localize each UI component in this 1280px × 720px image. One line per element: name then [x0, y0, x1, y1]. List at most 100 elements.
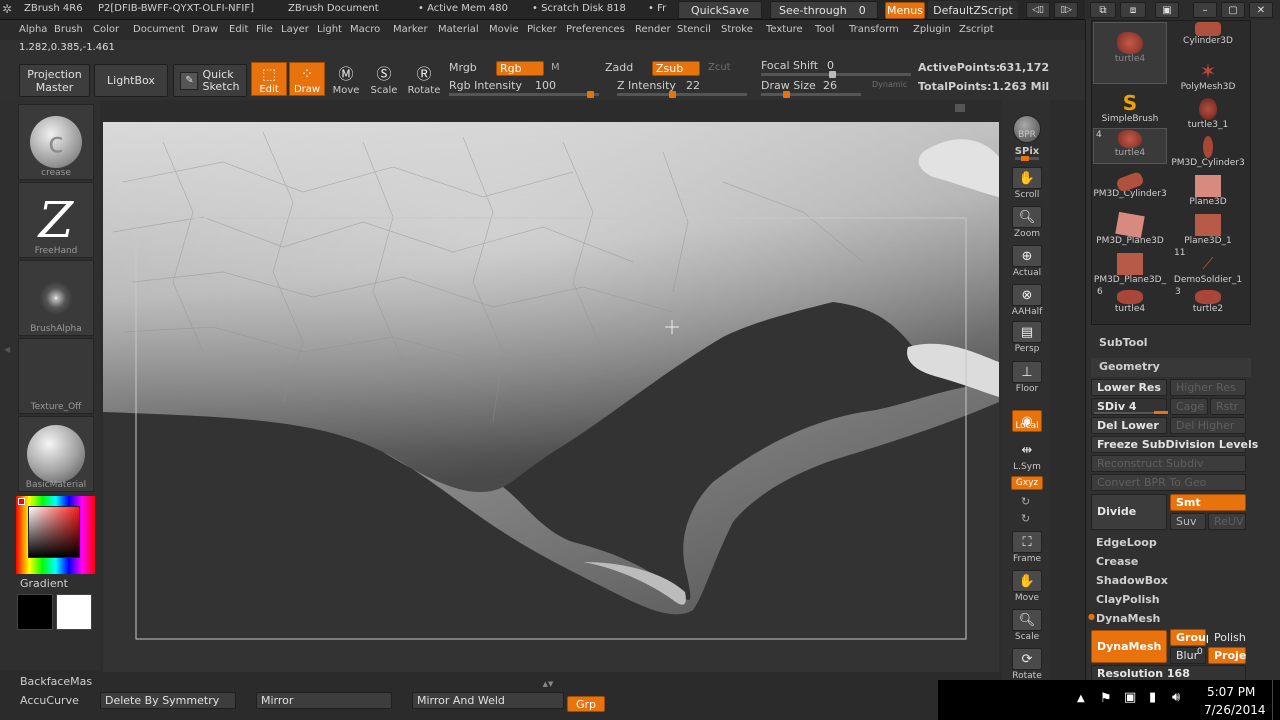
z-intensity-slider[interactable]: Z Intensity 22: [617, 79, 747, 98]
maximize-icon[interactable]: ▢: [1221, 2, 1245, 18]
menu-light[interactable]: Light: [317, 24, 342, 35]
move-button[interactable]: Ⓜ Move: [328, 62, 364, 96]
spix-slider[interactable]: SPix: [1010, 140, 1044, 161]
zoom-button[interactable]: 🔍︎ Zoom: [1010, 203, 1044, 239]
projection-master-button[interactable]: Projection Master: [19, 64, 90, 97]
main-color-swatch[interactable]: [56, 594, 92, 630]
focal-shift-slider[interactable]: Focal Shift 0: [761, 59, 911, 78]
aahalf-button[interactable]: ⊗ AAHalf: [1010, 281, 1044, 317]
menu-movie[interactable]: Movie: [489, 24, 519, 35]
tool-turtle4-a[interactable]: turtle4: [1093, 32, 1167, 70]
del-higher-button[interactable]: Del Higher: [1170, 417, 1246, 434]
zsub-button[interactable]: Zsub: [652, 61, 700, 76]
reconstruct-subdiv-button[interactable]: Reconstruct Subdiv: [1091, 455, 1246, 472]
menu-file[interactable]: File: [256, 24, 273, 35]
secondary-color-swatch[interactable]: [17, 594, 53, 630]
smt-toggle[interactable]: Smt: [1170, 494, 1246, 511]
quick-sketch-button[interactable]: ✎ Quick Sketch: [173, 64, 247, 97]
clock-time[interactable]: 5:07 PM: [1207, 685, 1255, 699]
mrgb-button[interactable]: Mrgb: [449, 61, 477, 74]
lightbox-button[interactable]: LightBox: [94, 64, 168, 97]
higher-res-button[interactable]: Higher Res: [1170, 379, 1246, 396]
menu-edit[interactable]: Edit: [229, 24, 248, 35]
see-through-slider[interactable]: See-through 0: [770, 1, 878, 19]
tool-cylinder3d[interactable]: Cylinder3D: [1171, 22, 1245, 60]
quicksave-button[interactable]: QuickSave: [678, 1, 762, 19]
geometry-header-bar[interactable]: Geometry: [1091, 358, 1251, 377]
menu-layer[interactable]: Layer: [281, 24, 309, 35]
actual-button[interactable]: ⊕ Actual: [1010, 242, 1044, 278]
tool-pm3d-cylinder3-b[interactable]: PM3D_Cylinder3: [1093, 170, 1167, 213]
del-lower-button[interactable]: Del Lower: [1091, 417, 1167, 434]
canvas-scroll-handle[interactable]: [955, 104, 965, 112]
menu-alpha[interactable]: Alpha: [19, 24, 47, 35]
dynamesh-header[interactable]: DynaMesh: [1096, 612, 1160, 625]
menus-button[interactable]: Menus: [885, 2, 925, 19]
tool-plane3d[interactable]: Plane3D: [1171, 175, 1245, 213]
menu-document[interactable]: Document: [133, 24, 185, 35]
blur-slider[interactable]: Blur 0: [1170, 647, 1206, 664]
delete-by-symmetry-button[interactable]: Delete By Symmetry: [100, 692, 236, 709]
window-layout-2-icon[interactable]: ⧈: [1120, 2, 1146, 18]
default-zscript-button[interactable]: DefaultZScript: [928, 1, 1018, 19]
tool-polymesh3d[interactable]: ✶ PolyMesh3D: [1171, 60, 1245, 98]
menu-zplugin[interactable]: Zplugin: [913, 24, 951, 35]
backface-mask-label[interactable]: BackfaceMas: [20, 675, 92, 688]
action-center-icon[interactable]: ▣: [1124, 690, 1136, 705]
rgb-button[interactable]: Rgb: [496, 61, 544, 76]
crease-header[interactable]: Crease: [1096, 555, 1138, 568]
subtool-header[interactable]: SubTool: [1099, 336, 1148, 349]
rotate-button[interactable]: Ⓡ Rotate: [406, 62, 442, 96]
move-view-button[interactable]: ✋ Move: [1010, 567, 1044, 603]
show-desktop-button[interactable]: [1272, 680, 1280, 720]
minimize-icon[interactable]: –: [1193, 2, 1217, 18]
bpr-button[interactable]: BPR: [1010, 104, 1044, 143]
tool-turtle4-b[interactable]: 4 turtle4: [1093, 128, 1167, 164]
freeze-subdivision-button[interactable]: Freeze SubDivision Levels: [1091, 436, 1258, 453]
clock-date[interactable]: 7/26/2014: [1204, 703, 1266, 717]
menu-tool[interactable]: Tool: [815, 24, 834, 35]
accucurve-label[interactable]: AccuCurve: [20, 694, 79, 707]
lower-res-button[interactable]: Lower Res: [1091, 379, 1167, 396]
window-layout-icon[interactable]: ⧉: [1090, 2, 1116, 18]
persp-button[interactable]: ▤ Persp: [1010, 318, 1044, 354]
tool-pm3d-plane3d[interactable]: PM3D_Plane3D: [1093, 211, 1167, 252]
menu-picker[interactable]: Picker: [527, 24, 557, 35]
menu-macro[interactable]: Macro: [350, 24, 380, 35]
floor-button[interactable]: ⊥ Floor: [1010, 358, 1044, 394]
mirror-button[interactable]: Mirror: [256, 692, 392, 709]
network-icon[interactable]: ▮: [1149, 690, 1156, 705]
color-picker[interactable]: [16, 496, 95, 574]
mirror-and-weld-button[interactable]: Mirror And Weld: [412, 692, 564, 709]
menu-render[interactable]: Render: [635, 24, 671, 35]
dynamesh-button[interactable]: DynaMesh: [1091, 630, 1167, 663]
scale-view-button[interactable]: 🔍︎ Scale: [1010, 606, 1044, 642]
flag-icon[interactable]: ⚑: [1100, 691, 1112, 706]
tool-turtle2[interactable]: turtle2: [1171, 290, 1245, 328]
frame-button[interactable]: ⛶ Frame: [1010, 528, 1044, 564]
zadd-button[interactable]: Zadd: [605, 61, 633, 74]
reuv-button[interactable]: ReUV: [1208, 513, 1246, 530]
suv-toggle[interactable]: Suv: [1170, 513, 1206, 530]
shadowbox-header[interactable]: ShadowBox: [1096, 574, 1168, 587]
menu-marker[interactable]: Marker: [393, 24, 428, 35]
menu-draw[interactable]: Draw: [192, 24, 218, 35]
show-hidden-icons-icon[interactable]: ▲: [1077, 693, 1085, 704]
lsym-button[interactable]: ⇹ L.Sym: [1010, 436, 1044, 473]
draw-size-slider[interactable]: Draw Size 26 Dynamic: [761, 79, 911, 98]
draw-button[interactable]: ⁘ Draw: [289, 62, 325, 96]
lock-icon[interactable]: ▣: [1155, 2, 1179, 18]
menu-zscript[interactable]: Zscript: [959, 24, 994, 35]
claypolish-header[interactable]: ClayPolish: [1096, 593, 1160, 606]
dynamic-toggle[interactable]: Dynamic: [872, 80, 907, 89]
menu-stencil[interactable]: Stencil: [677, 24, 711, 35]
gxyz-button[interactable]: Gxyz: [1011, 476, 1043, 490]
project-toggle[interactable]: Proje: [1208, 647, 1246, 664]
rstr-button[interactable]: Rstr: [1210, 398, 1246, 415]
color-picker-square[interactable]: [28, 506, 80, 558]
rotate-y-icon[interactable]: ↻: [1021, 495, 1030, 508]
tool-simplebrush[interactable]: S SimpleBrush: [1093, 92, 1167, 130]
edgeloop-header[interactable]: EdgeLoop: [1096, 536, 1157, 549]
canvas-viewport[interactable]: [103, 122, 999, 672]
divide-button[interactable]: Divide: [1091, 494, 1167, 530]
